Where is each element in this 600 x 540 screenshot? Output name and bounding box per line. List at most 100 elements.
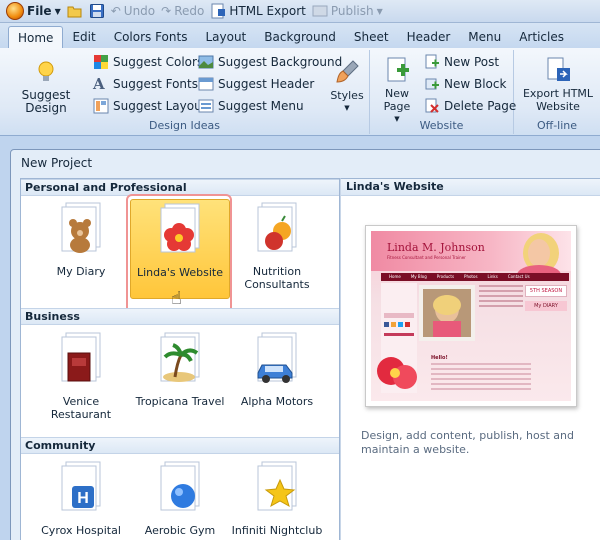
tab-articles[interactable]: Articles [510,26,573,48]
venice-restaurant-icon [58,331,104,389]
design-ideas-label: Design Ideas [149,119,220,132]
template-list[interactable]: Personal and Professional My Diary Linda… [20,178,340,540]
category-header-business: Business [21,308,339,325]
preview-tagline: Fitness Consultant and Personal Trainer [387,255,466,260]
new-post-icon [424,54,440,70]
infiniti-nightclub-icon [254,460,300,518]
tab-background[interactable]: Background [255,26,345,48]
lightbulb-icon [32,58,60,86]
design-ideas-group: Suggest Design Suggest Colors A Suggest … [0,50,370,134]
new-block-icon [424,76,440,92]
application-orb-icon [6,2,24,20]
my-diary-icon [58,201,104,259]
ribbon: Suggest Design Suggest Colors A Suggest … [0,48,600,136]
template-alpha-motors[interactable]: Alpha Motors [227,331,327,408]
preview-photo [419,285,475,341]
tab-home[interactable]: Home [8,26,64,48]
suggest-design-button[interactable]: Suggest Design [4,58,88,115]
tropicana-travel-icon [157,331,203,389]
category-header-community: Community [21,437,339,454]
tab-header[interactable]: Header [398,26,460,48]
undo-icon: ↶ [110,4,121,18]
new-block-button[interactable]: New Block [424,74,506,94]
preview-text-block [479,285,523,345]
suggest-menu-button[interactable]: Suggest Menu [198,96,304,116]
header-icon [198,76,214,92]
template-cyrox-hospital[interactable]: H Cyrox Hospital [31,460,131,537]
menu-icon [198,98,214,114]
chevron-down-icon: ▼ [344,104,350,112]
preview-name: Linda M. Johnson [387,241,485,254]
template-nutrition-consultants[interactable]: Nutrition Consultants [227,201,327,291]
tab-colors-fonts[interactable]: Colors Fonts [105,26,197,48]
tab-sheet[interactable]: Sheet [345,26,398,48]
aerobic-gym-icon [157,460,203,518]
tab-edit[interactable]: Edit [63,26,104,48]
website-label: Website [419,119,464,132]
template-label: Infiniti Nightclub [231,524,323,537]
suggest-fonts-button[interactable]: A Suggest Fonts [93,74,198,94]
preview-nav: Home My Blog Products Photos Links Conta… [381,273,569,281]
template-label: Cyrox Hospital [41,524,121,537]
svg-text:H: H [77,490,89,507]
quick-access-toolbar: File ▼ ↶ Undo ↷ Redo HTML Export Publish… [0,0,600,23]
preview-portrait [517,233,561,275]
publish-icon [312,3,328,19]
delete-icon [424,98,440,114]
html-export-button[interactable]: HTML Export [210,3,306,19]
preview-hello: Hello! [431,355,448,361]
offline-label: Off-line [536,119,578,132]
preview-badge: 5TH SEASON [525,285,567,297]
file-menu-button[interactable]: File ▼ [6,2,61,20]
template-my-diary[interactable]: My Diary [31,201,131,278]
offline-group: Export HTML Website Off-line [514,50,600,134]
preview-body-lines [431,363,531,390]
redo-button[interactable]: ↷ Redo [161,4,204,18]
new-page-icon [383,56,411,84]
open-folder-icon[interactable] [67,3,83,19]
tab-menu[interactable]: Menu [459,26,510,48]
color-palette-icon [93,54,109,70]
tab-layout[interactable]: Layout [196,26,255,48]
website-preview-thumbnail: Linda M. Johnson Fitness Consultant and … [365,225,577,407]
font-icon: A [93,75,105,93]
undo-button[interactable]: ↶ Undo [111,4,155,18]
hand-cursor-icon: ☝ [171,288,182,309]
suggest-layout-button[interactable]: Suggest Layout [93,96,206,116]
template-description: Design, add content, publish, host and m… [361,429,574,456]
chevron-down-icon: ▼ [54,6,61,16]
export-html-button[interactable]: Export HTML Website [518,56,598,113]
template-preview-panel: Linda's Website Linda M. Johnson Fitness… [340,178,600,540]
cyrox-hospital-icon: H [58,460,104,518]
suggest-header-button[interactable]: Suggest Header [198,74,314,94]
preview-title: Linda's Website [341,179,600,196]
background-icon [198,54,214,70]
template-label: Tropicana Travel [135,395,225,408]
new-page-button[interactable]: New Page ▼ [376,56,418,126]
chevron-down-icon: ▼ [376,6,383,16]
template-label: Nutrition Consultants [244,265,310,291]
dialog-title: New Project [21,156,93,170]
template-aerobic-gym[interactable]: Aerobic Gym [130,460,230,537]
export-html-icon [544,56,572,84]
paintbrush-icon [333,58,361,86]
layout-icon [93,98,109,114]
new-project-dialog: New Project Personal and Professional My… [10,149,600,540]
publish-button[interactable]: Publish ▼ [312,3,383,19]
delete-page-button[interactable]: Delete Page [424,96,516,116]
template-label: Aerobic Gym [144,524,216,537]
suggest-colors-button[interactable]: Suggest Colors [93,52,203,72]
styles-button[interactable]: Styles ▼ [328,58,366,115]
template-label: Alpha Motors [240,395,314,408]
html-export-icon [210,3,226,19]
template-tropicana-travel[interactable]: Tropicana Travel [130,331,230,408]
redo-icon: ↷ [161,4,172,18]
save-icon[interactable] [89,3,105,19]
preview-canvas: Linda M. Johnson Fitness Consultant and … [371,231,571,401]
suggest-background-button[interactable]: Suggest Background [198,52,342,72]
new-post-button[interactable]: New Post [424,52,499,72]
template-venice-restaurant[interactable]: Venice Restaurant [31,331,131,421]
template-label: Venice Restaurant [50,395,112,421]
template-infiniti-nightclub[interactable]: Infiniti Nightclub [227,460,327,537]
preview-diary: My DIARY [525,301,567,311]
